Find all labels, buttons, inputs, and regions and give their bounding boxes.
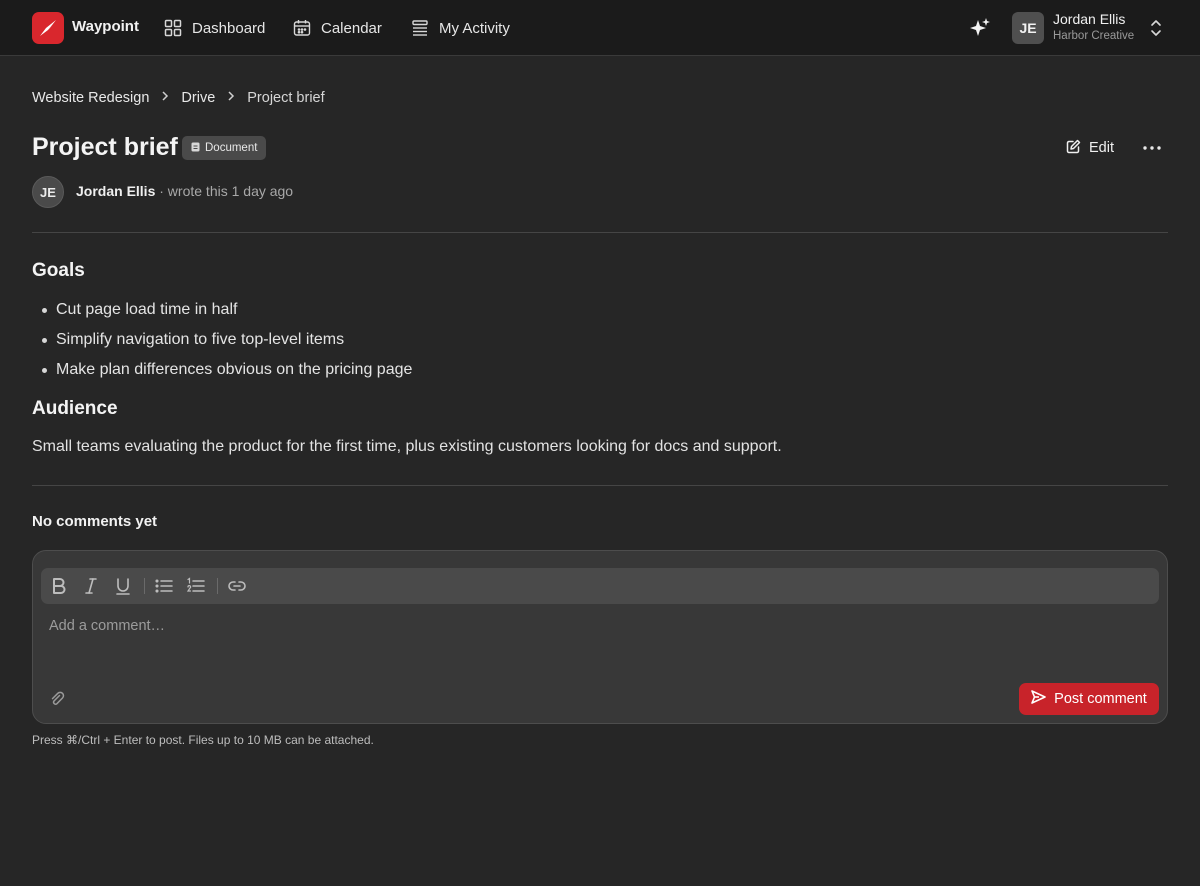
breadcrumb: Website Redesign Drive Project brief [32, 88, 325, 108]
comments-heading: No comments yet [32, 513, 158, 530]
user-avatar[interactable]: JE [1012, 12, 1044, 44]
formatting-toolbar [41, 568, 1159, 604]
divider [32, 485, 1168, 486]
send-icon [1031, 690, 1046, 708]
nav-dashboard[interactable]: Dashboard [164, 14, 265, 42]
comment-hint: Press ⌘/Ctrl + Enter to post. Files up t… [32, 733, 374, 747]
breadcrumb-current: Project brief [247, 90, 325, 106]
author-name[interactable]: Jordan Ellis [76, 183, 155, 199]
byline-text: · wrote this 1 day ago [159, 183, 294, 199]
author-byline: Jordan Ellis · wrote this 1 day ago [76, 183, 293, 199]
document-icon [191, 142, 200, 155]
nav-my-activity[interactable]: My Activity [411, 14, 510, 42]
chevron-right-icon [225, 90, 237, 106]
page-title: Project brief [32, 133, 178, 161]
chevron-updown-icon[interactable] [1148, 18, 1164, 38]
document-type-label: Document [205, 142, 258, 154]
comment-editor: Post comment [32, 550, 1168, 724]
calendar-icon [293, 19, 311, 37]
link-icon[interactable] [227, 576, 247, 596]
nav-calendar[interactable]: Calendar [293, 14, 382, 42]
top-bar: Waypoint Dashboard Calendar My Activity … [0, 0, 1200, 56]
toolbar-separator [144, 578, 145, 594]
comment-input[interactable] [49, 613, 1149, 639]
list-item: Simplify navigation to five top-level it… [40, 329, 412, 359]
nav-calendar-label: Calendar [321, 19, 382, 37]
edit-icon [1066, 139, 1081, 158]
chevron-right-icon [159, 90, 171, 106]
list-item: Make plan differences obvious on the pri… [40, 359, 412, 389]
breadcrumb-project[interactable]: Website Redesign [32, 90, 149, 106]
post-comment-button[interactable]: Post comment [1019, 683, 1159, 715]
list-item: Cut page load time in half [40, 299, 412, 329]
author-avatar[interactable]: JE [32, 176, 64, 208]
goals-heading: Goals [32, 260, 85, 281]
more-icon[interactable] [1140, 138, 1164, 158]
edit-button[interactable]: Edit [1066, 137, 1114, 159]
audience-paragraph: Small teams evaluating the product for t… [32, 438, 782, 455]
post-comment-label: Post comment [1054, 691, 1147, 707]
audience-heading: Audience [32, 398, 118, 419]
user-name[interactable]: Jordan Ellis [1053, 11, 1125, 27]
user-org: Harbor Creative [1053, 30, 1135, 42]
numbered-list-icon[interactable] [186, 576, 206, 596]
goals-list: Cut page load time in half Simplify navi… [40, 299, 412, 389]
bold-icon[interactable] [49, 576, 69, 596]
nav-dashboard-label: Dashboard [192, 19, 266, 37]
bullet-list-icon[interactable] [154, 576, 174, 596]
activity-icon [411, 19, 429, 37]
breadcrumb-drive[interactable]: Drive [181, 90, 215, 106]
toolbar-separator [217, 578, 218, 594]
underline-icon[interactable] [113, 576, 133, 596]
nav-activity-label: My Activity [439, 19, 510, 37]
divider [32, 232, 1168, 233]
logo-icon[interactable] [32, 12, 64, 44]
edit-label: Edit [1089, 140, 1114, 156]
app-name[interactable]: Waypoint [72, 18, 139, 35]
attach-icon[interactable] [49, 690, 67, 708]
dashboard-icon [164, 19, 182, 37]
document-type-badge: Document [182, 136, 267, 160]
sparkle-icon[interactable] [968, 16, 992, 40]
italic-icon[interactable] [81, 576, 101, 596]
